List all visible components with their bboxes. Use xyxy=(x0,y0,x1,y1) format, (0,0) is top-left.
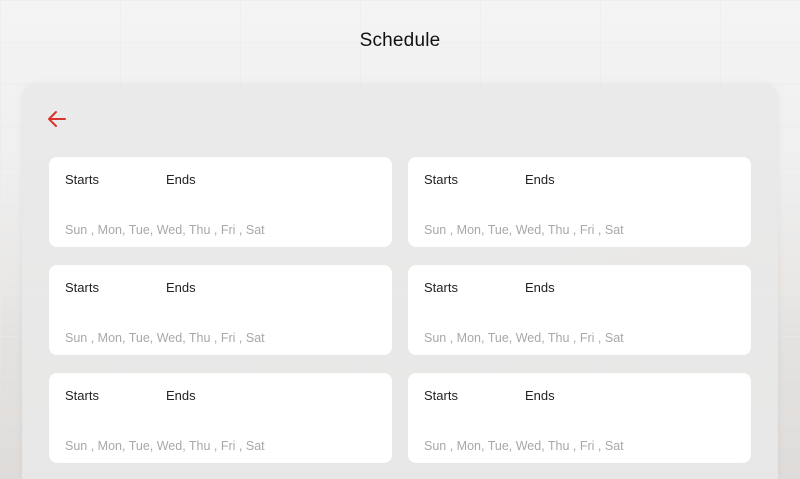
days-list: Sun , Mon, Tue, Wed, Thu , Fri , Sat xyxy=(424,331,624,345)
schedule-card[interactable]: Starts Ends Sun , Mon, Tue, Wed, Thu , F… xyxy=(49,157,392,247)
starts-label: Starts xyxy=(65,388,99,403)
starts-label: Starts xyxy=(424,280,458,295)
starts-label: Starts xyxy=(65,172,99,187)
schedule-card[interactable]: Starts Ends Sun , Mon, Tue, Wed, Thu , F… xyxy=(408,373,751,463)
days-list: Sun , Mon, Tue, Wed, Thu , Fri , Sat xyxy=(65,223,265,237)
ends-label: Ends xyxy=(166,280,196,295)
starts-label: Starts xyxy=(424,388,458,403)
ends-label: Ends xyxy=(525,172,555,187)
ends-label: Ends xyxy=(166,388,196,403)
schedule-grid: Starts Ends Sun , Mon, Tue, Wed, Thu , F… xyxy=(49,157,751,463)
ends-label: Ends xyxy=(166,172,196,187)
ends-label: Ends xyxy=(525,280,555,295)
schedule-card[interactable]: Starts Ends Sun , Mon, Tue, Wed, Thu , F… xyxy=(408,157,751,247)
schedule-card[interactable]: Starts Ends Sun , Mon, Tue, Wed, Thu , F… xyxy=(49,265,392,355)
days-list: Sun , Mon, Tue, Wed, Thu , Fri , Sat xyxy=(424,223,624,237)
arrow-left-icon xyxy=(48,111,66,127)
back-button[interactable] xyxy=(46,108,68,130)
starts-label: Starts xyxy=(65,280,99,295)
page-title: Schedule xyxy=(359,30,441,51)
starts-label: Starts xyxy=(424,172,458,187)
schedule-card[interactable]: Starts Ends Sun , Mon, Tue, Wed, Thu , F… xyxy=(49,373,392,463)
days-list: Sun , Mon, Tue, Wed, Thu , Fri , Sat xyxy=(424,439,624,453)
schedule-card[interactable]: Starts Ends Sun , Mon, Tue, Wed, Thu , F… xyxy=(408,265,751,355)
schedule-panel: Starts Ends Sun , Mon, Tue, Wed, Thu , F… xyxy=(22,84,778,479)
ends-label: Ends xyxy=(525,388,555,403)
days-list: Sun , Mon, Tue, Wed, Thu , Fri , Sat xyxy=(65,439,265,453)
days-list: Sun , Mon, Tue, Wed, Thu , Fri , Sat xyxy=(65,331,265,345)
